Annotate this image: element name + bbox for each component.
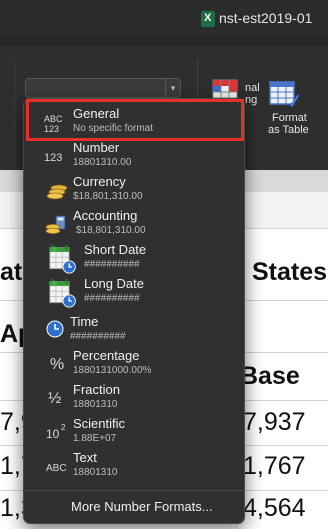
menu-item-title: Time [70, 314, 99, 329]
cell-row2-right[interactable]: Base [240, 362, 300, 391]
format-as-table-label-1[interactable]: Format [272, 112, 307, 124]
menu-item-sample: No specific format [73, 123, 154, 134]
menu-item-title: Fraction [73, 382, 120, 397]
chevron-down-icon[interactable]: ▾ [165, 79, 180, 97]
conditional-formatting-label-1[interactable]: nal [245, 82, 260, 94]
menu-item-short-date[interactable]: Short Date ########## [24, 242, 244, 276]
menu-item-sample: 1880131000.00% [73, 365, 152, 376]
abc-123-icon: ABC 123 [44, 114, 63, 134]
cell-row5-right[interactable]: 4,564 [243, 494, 306, 523]
cell-row3-right[interactable]: 7,937 [243, 408, 306, 437]
ribbon-group-divider [0, 60, 15, 170]
window-title: nst-est2019-01 [219, 10, 313, 26]
coins-icon [46, 184, 68, 200]
abc-icon: ABC [46, 463, 67, 474]
menu-item-sample: $18,801,310.00 [76, 225, 146, 236]
menu-item-sample: ########## [70, 331, 126, 342]
title-bar: nst-est2019-01 [0, 0, 328, 36]
menu-item-percentage[interactable]: % Percentage 1880131000.00% [24, 348, 244, 382]
number-format-combo[interactable]: ▾ [25, 78, 181, 98]
menu-item-title: Long Date [84, 276, 144, 291]
cell-row4-right[interactable]: 1,767 [243, 452, 306, 481]
percent-icon: % [50, 356, 65, 373]
menu-item-title: Currency [73, 174, 126, 189]
menu-separator [24, 490, 244, 491]
menu-item-scientific[interactable]: 10 2 Scientific 1.88E+07 [24, 416, 244, 450]
menu-item-accounting[interactable]: Accounting $18,801,310.00 [24, 208, 244, 242]
format-as-table-label-2[interactable]: as Table [268, 124, 309, 136]
calendar-clock-icon [49, 278, 76, 308]
cell-row1-right[interactable]: States [252, 258, 327, 287]
menu-item-fraction[interactable]: ½ Fraction 18801310 [24, 382, 244, 416]
ribbon-tab-strip [0, 36, 328, 46]
menu-item-time[interactable]: Time ########## [24, 312, 244, 346]
calculator-coins-icon [45, 215, 66, 234]
menu-item-long-date[interactable]: Long Date ########## [24, 276, 244, 310]
menu-item-title: Number [73, 140, 120, 155]
menu-item-title: Short Date [84, 242, 147, 257]
fraction-icon: ½ [48, 390, 62, 407]
menu-item-title: General [73, 106, 120, 121]
format-as-table-icon[interactable] [268, 80, 300, 108]
menu-item-sample: ########## [84, 293, 140, 304]
menu-item-sample: 1.88E+07 [73, 433, 117, 444]
menu-item-currency[interactable]: Currency $18,801,310.00 [24, 174, 244, 208]
more-number-formats-item[interactable]: More Number Formats... [71, 499, 213, 514]
menu-item-general[interactable]: ABC 123 General No specific format [24, 106, 244, 140]
menu-item-sample: $18,801,310.00 [73, 191, 143, 202]
menu-item-sample: 18801310 [73, 467, 118, 478]
menu-item-sample: 18801310.00 [73, 157, 132, 168]
scientific-icon: 10 2 [46, 423, 66, 441]
clock-icon [46, 320, 64, 338]
menu-item-sample: ########## [84, 259, 140, 270]
excel-file-icon [201, 11, 215, 27]
menu-item-title: Percentage [73, 348, 140, 363]
123-icon: 123 [44, 152, 63, 164]
menu-item-title: Scientific [73, 416, 126, 431]
menu-item-title: Text [73, 450, 97, 465]
menu-item-sample: 18801310 [73, 399, 118, 410]
menu-item-number[interactable]: 123 Number 18801310.00 [24, 140, 244, 174]
number-format-menu: ABC 123 General No specific format 123 N… [23, 98, 245, 524]
conditional-formatting-label-2[interactable]: ng [245, 94, 257, 106]
menu-item-title: Accounting [73, 208, 138, 223]
calendar-clock-icon [49, 244, 76, 274]
menu-item-text[interactable]: ABC Text 18801310 [24, 450, 244, 484]
